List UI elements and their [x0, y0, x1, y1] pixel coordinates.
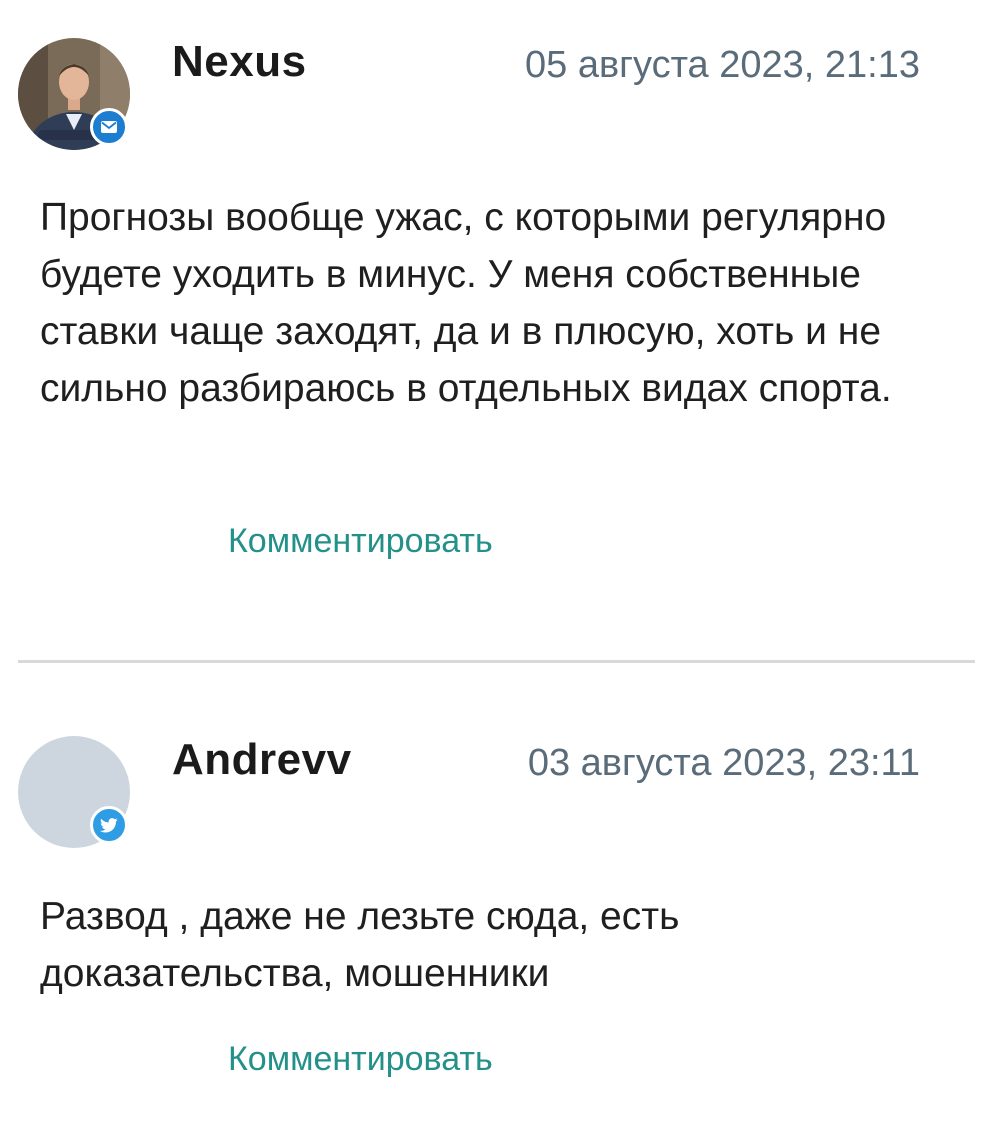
- twitter-badge: [90, 806, 128, 844]
- comment-item: Andrevv 03 августа 2023, 23:11 Развод , …: [0, 663, 982, 1123]
- comment-date: 03 августа 2023, 23:11: [527, 742, 920, 784]
- comment-item: Nexus 05 августа 2023, 21:13 Прогнозы во…: [0, 0, 982, 662]
- author-name[interactable]: Nexus: [172, 37, 307, 87]
- comment-text: Прогнозы вообще ужас, с которыми регуляр…: [40, 196, 892, 410]
- mail-icon: [101, 121, 117, 133]
- reply-link[interactable]: Комментировать: [228, 522, 493, 561]
- mail-badge: [90, 108, 128, 146]
- comment-text: Развод , даже не лезьте сюда, есть доказ…: [40, 895, 680, 995]
- reply-link[interactable]: Комментировать: [228, 1040, 493, 1079]
- twitter-icon: [100, 817, 118, 832]
- comment-date: 05 августа 2023, 21:13: [525, 44, 920, 86]
- author-name[interactable]: Andrevv: [172, 735, 352, 785]
